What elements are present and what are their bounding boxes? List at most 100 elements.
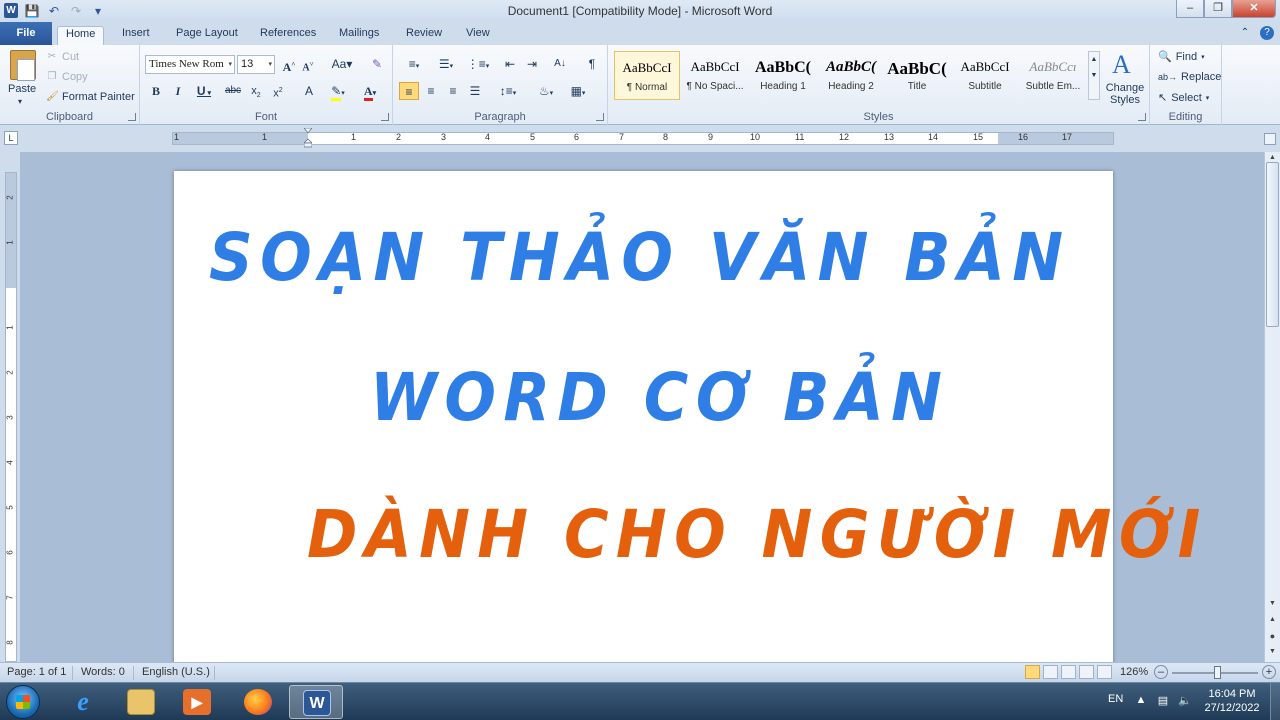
firefox-icon[interactable] — [231, 685, 285, 719]
numbering-button[interactable]: ☰▾ — [433, 55, 459, 73]
previous-page-icon[interactable]: ▲ — [1267, 614, 1278, 626]
styles-launcher-icon[interactable] — [1138, 113, 1146, 121]
decrease-indent-button[interactable]: ⇤ — [501, 55, 519, 73]
draft-icon[interactable] — [1097, 665, 1112, 679]
font-launcher-icon[interactable] — [381, 113, 389, 121]
justify-button[interactable]: ☰ — [466, 82, 484, 100]
paragraph-launcher-icon[interactable] — [596, 113, 604, 121]
indent-marker-icon[interactable] — [304, 128, 312, 148]
line-spacing-button[interactable]: ↕≡▾ — [495, 82, 521, 100]
view-ruler-icon[interactable] — [1264, 133, 1276, 145]
style-subtle-emphasis[interactable]: AaBbCcı Subtle Em... — [1020, 51, 1086, 100]
tab-view[interactable]: View — [458, 26, 498, 45]
zoom-out-icon[interactable]: – — [1154, 665, 1168, 679]
system-clock[interactable]: 16:04 PM 27/12/2022 — [1200, 687, 1264, 715]
scroll-down-icon[interactable]: ▼ — [1267, 598, 1278, 610]
scrollbar-thumb[interactable] — [1266, 162, 1279, 327]
format-painter-button[interactable]: 🖌 Format Painter — [46, 91, 135, 103]
web-layout-icon[interactable] — [1061, 665, 1076, 679]
style-heading-1[interactable]: AaBbC( Heading 1 — [750, 51, 816, 100]
highlight-color-button[interactable]: ✎▾ — [326, 82, 350, 101]
browse-object-icon[interactable]: ● — [1267, 630, 1278, 642]
select-button[interactable]: ↖ Select ▾ — [1158, 91, 1209, 105]
zoom-in-icon[interactable]: + — [1262, 665, 1276, 679]
align-left-button[interactable]: ≡ — [399, 82, 419, 100]
volume-icon[interactable]: 🔈 — [1178, 694, 1192, 708]
tab-references[interactable]: References — [252, 26, 324, 45]
vertical-scrollbar[interactable]: ▲ ▼ ▲ ● ▼ — [1264, 152, 1280, 662]
full-screen-reading-icon[interactable] — [1043, 665, 1058, 679]
multilevel-list-button[interactable]: ⋮≡▾ — [465, 55, 491, 73]
minimize-ribbon-icon[interactable]: ⌃ — [1238, 26, 1252, 40]
outline-icon[interactable] — [1079, 665, 1094, 679]
styles-gallery-scroll[interactable]: ▲ ▼ — [1088, 51, 1100, 100]
network-icon[interactable]: ▤ — [1156, 694, 1170, 708]
tab-file[interactable]: File — [0, 22, 52, 45]
file-explorer-icon[interactable] — [114, 685, 168, 719]
start-button[interactable] — [6, 685, 40, 719]
borders-button[interactable]: ▦▾ — [565, 82, 591, 100]
tab-review[interactable]: Review — [398, 26, 450, 45]
document-page[interactable]: SOẠN THẢO VĂN BẢN WORD CƠ BẢN DÀNH CHO N… — [174, 171, 1200, 662]
print-layout-icon[interactable] — [1025, 665, 1040, 679]
bullets-button[interactable]: ≡▾ — [401, 55, 427, 73]
tab-selector-icon[interactable]: L — [4, 131, 18, 145]
paste-icon[interactable] — [10, 50, 36, 81]
show-desktop-button[interactable] — [1270, 683, 1280, 720]
document-canvas[interactable]: SOẠN THẢO VĂN BẢN WORD CƠ BẢN DÀNH CHO N… — [20, 152, 1264, 662]
clear-formatting-icon[interactable]: ✎ — [368, 55, 386, 73]
media-player-icon[interactable]: ▶ — [170, 685, 224, 719]
copy-button[interactable]: ❐ Copy — [46, 71, 88, 83]
change-case-button[interactable]: Aa▾ — [330, 55, 354, 73]
paste-dropdown-icon[interactable]: ▾ — [18, 97, 22, 106]
superscript-button[interactable]: x2 — [270, 82, 286, 100]
language-indicator[interactable]: English (U.S.) — [142, 666, 210, 678]
increase-indent-button[interactable]: ⇥ — [523, 55, 541, 73]
change-styles-button[interactable]: Change Styles — [1105, 82, 1145, 106]
zoom-level[interactable]: 126% — [1120, 666, 1148, 678]
zoom-slider-thumb[interactable] — [1214, 666, 1221, 679]
headline-line-2[interactable]: WORD CƠ BẢN — [370, 359, 949, 436]
clipboard-launcher-icon[interactable] — [128, 113, 136, 121]
strikethrough-button[interactable]: abc — [223, 82, 243, 100]
headline-line-1[interactable]: SOẠN THẢO VĂN BẢN — [209, 219, 1070, 296]
word-taskbar-icon[interactable]: W — [289, 685, 343, 719]
text-effects-icon[interactable]: A — [300, 82, 318, 100]
style-title[interactable]: AaBbC( Title — [884, 51, 950, 100]
word-count[interactable]: Words: 0 — [81, 666, 125, 678]
change-styles-icon[interactable]: A — [1112, 50, 1131, 80]
font-color-button[interactable]: A▾ — [358, 82, 382, 101]
next-page-icon[interactable]: ▼ — [1267, 646, 1278, 658]
font-size-combobox[interactable]: 13 ▾ — [237, 55, 275, 74]
tab-mailings[interactable]: Mailings — [331, 26, 387, 45]
underline-button[interactable]: U ▾ — [193, 82, 215, 100]
tab-page-layout[interactable]: Page Layout — [168, 26, 246, 45]
style-no-spacing[interactable]: AaBbCcI ¶ No Spaci... — [682, 51, 748, 100]
help-icon[interactable]: ? — [1260, 26, 1274, 40]
input-language[interactable]: EN — [1108, 693, 1123, 705]
bold-button[interactable]: B — [149, 82, 163, 100]
style-normal[interactable]: AaBbCcI ¶ Normal — [614, 51, 680, 100]
minimize-button[interactable]: – — [1176, 0, 1204, 18]
italic-button[interactable]: I — [171, 82, 185, 100]
internet-explorer-icon[interactable]: e — [56, 685, 110, 719]
sort-button[interactable]: A↓ — [551, 55, 569, 73]
cut-button[interactable]: ✂ Cut — [46, 51, 79, 63]
replace-button[interactable]: ab→ Replace — [1158, 71, 1221, 83]
paste-button[interactable]: Paste — [8, 83, 36, 95]
vertical-ruler[interactable]: 2 1 1 2 3 4 5 6 7 8 — [5, 172, 17, 662]
style-heading-2[interactable]: AaBbC( Heading 2 — [818, 51, 884, 100]
headline-line-3[interactable]: DÀNH CHO NGƯỜI MỚI — [307, 496, 1208, 573]
style-subtitle[interactable]: AaBbCcI Subtitle — [952, 51, 1018, 100]
grow-font-button[interactable]: A˄ — [281, 55, 297, 74]
shading-button[interactable]: ♨▾ — [533, 82, 559, 100]
shrink-font-button[interactable]: A˅ — [300, 55, 316, 73]
align-center-button[interactable]: ≡ — [422, 82, 440, 100]
horizontal-ruler[interactable]: 1 1 1 2 3 4 5 6 7 8 9 10 11 12 13 14 15 … — [172, 128, 1114, 148]
show-hidden-icons-icon[interactable]: ▲ — [1134, 694, 1148, 708]
font-name-combobox[interactable]: Times New Rom ▾ — [145, 55, 235, 74]
close-button[interactable]: ✕ — [1232, 0, 1276, 18]
maximize-button[interactable]: ❐ — [1204, 0, 1232, 18]
tab-home[interactable]: Home — [57, 26, 105, 45]
page-count[interactable]: Page: 1 of 1 — [7, 666, 66, 678]
